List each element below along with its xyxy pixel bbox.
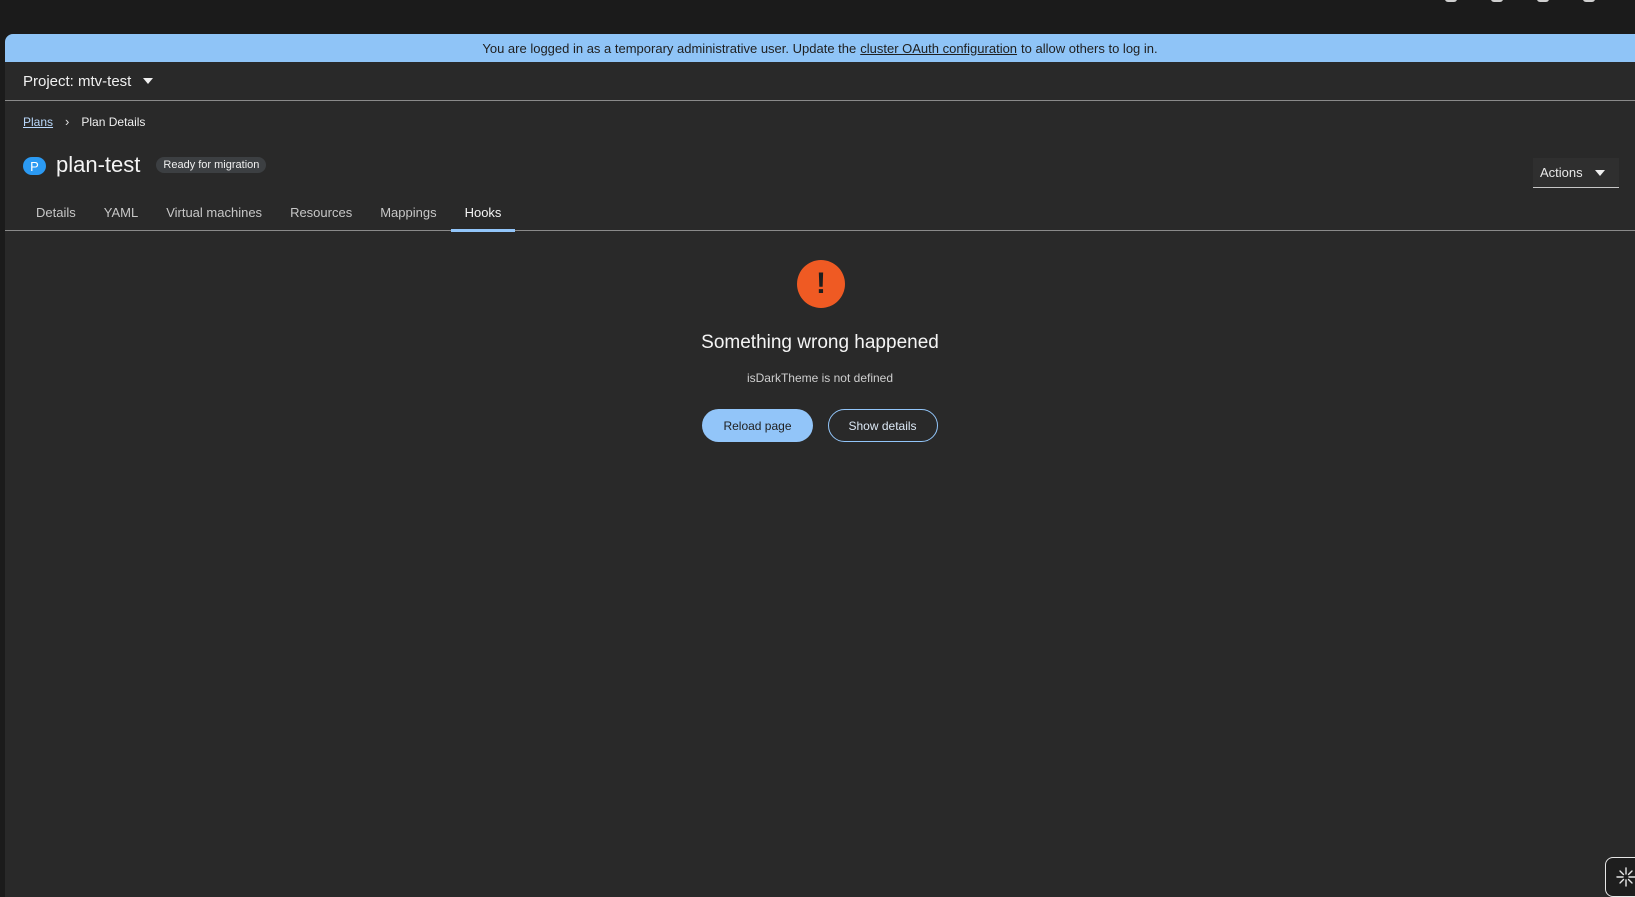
breadcrumb-plans-link[interactable]: Plans [23, 115, 53, 129]
app-window: You are logged in as a temporary adminis… [5, 34, 1635, 897]
error-message: isDarkTheme is not defined [746, 371, 894, 385]
reload-page-button[interactable]: Reload page [702, 409, 813, 442]
error-state: ! Something wrong happened isDarkTheme i… [5, 260, 1635, 442]
tab-resources[interactable]: Resources [276, 198, 366, 230]
help-icon[interactable] [1583, 0, 1595, 2]
tab-mappings[interactable]: Mappings [366, 198, 450, 230]
caret-down-icon [1595, 169, 1605, 176]
sparkle-icon [1616, 867, 1635, 887]
masthead-toolbar [1445, 0, 1595, 2]
breadcrumb-current: Plan Details [81, 114, 146, 129]
project-selector[interactable]: Project: mtv-test [23, 72, 154, 90]
project-selector-label: Project: mtv-test [23, 72, 132, 90]
project-bar: Project: mtv-test [5, 62, 1635, 101]
actions-label: Actions [1540, 165, 1583, 180]
tab-hooks[interactable]: Hooks [450, 198, 516, 232]
page-header: P plan-test Ready for migration [23, 152, 267, 178]
chevron-right-icon: › [65, 114, 70, 129]
tab-yaml[interactable]: YAML [90, 198, 152, 230]
quick-create-icon[interactable] [1537, 0, 1549, 2]
temporary-admin-banner: You are logged in as a temporary adminis… [5, 34, 1635, 62]
tab-virtual-machines[interactable]: Virtual machines [152, 198, 276, 230]
notifications-icon[interactable] [1491, 0, 1503, 2]
breadcrumb: Plans › Plan Details [23, 114, 145, 129]
plan-tabs: Details YAML Virtual machines Resources … [5, 198, 1635, 232]
banner-text-before: You are logged in as a temporary adminis… [482, 40, 857, 56]
actions-dropdown[interactable]: Actions [1533, 158, 1619, 188]
status-badge: Ready for migration [156, 157, 267, 173]
caret-down-icon [143, 78, 154, 84]
tab-details[interactable]: Details [22, 198, 90, 230]
banner-text-after: to allow others to log in. [1021, 40, 1158, 56]
apps-icon[interactable] [1445, 0, 1457, 2]
show-details-button[interactable]: Show details [827, 409, 938, 442]
error-title: Something wrong happened [701, 332, 939, 353]
error-actions: Reload page Show details [702, 409, 938, 442]
top-masthead [0, 0, 1635, 34]
cluster-oauth-link[interactable]: cluster OAuth configuration [860, 41, 1017, 56]
exclamation-circle-icon: ! [797, 260, 845, 308]
assistant-fab[interactable] [1605, 857, 1635, 897]
resource-type-badge: P [23, 157, 46, 175]
page-title: plan-test [56, 152, 141, 177]
